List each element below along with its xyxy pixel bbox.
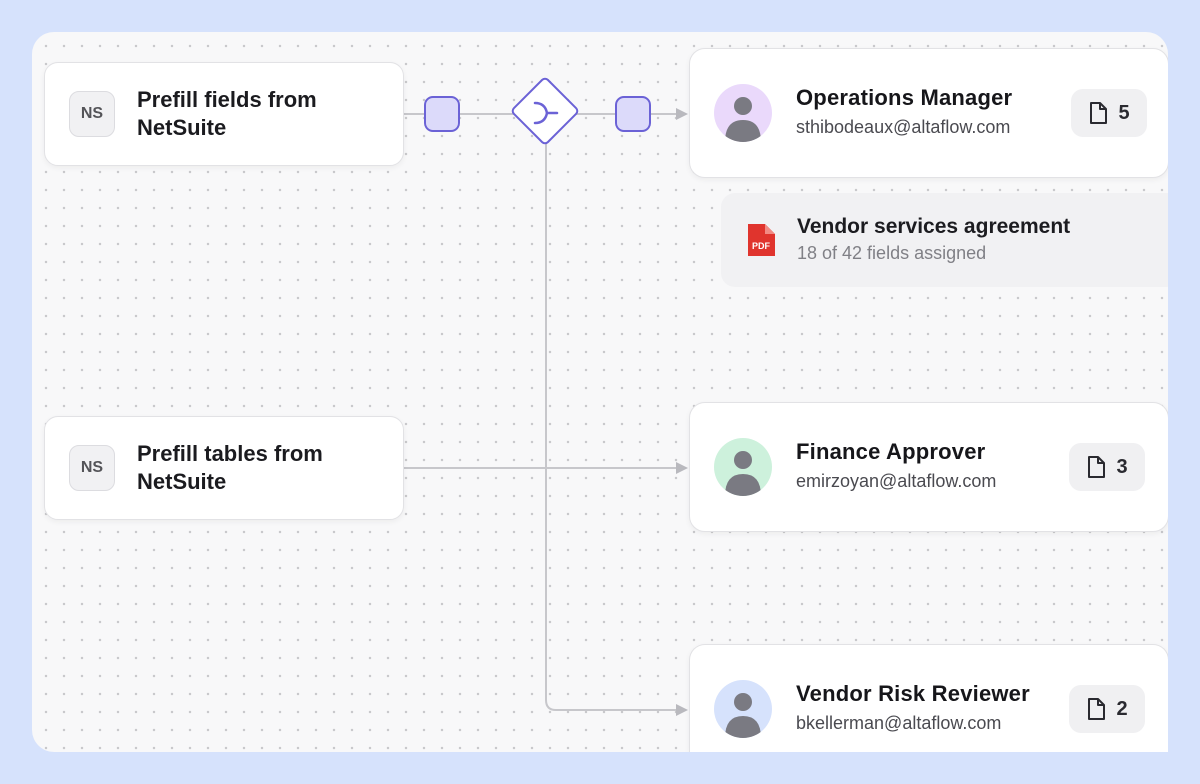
- role-name: Vendor Risk Reviewer: [796, 681, 1030, 706]
- user-avatar-icon: [714, 680, 772, 738]
- netsuite-badge-icon: NS: [69, 445, 115, 491]
- document-fields-status: 18 of 42 fields assigned: [797, 243, 987, 263]
- user-avatar-icon: [714, 84, 772, 142]
- role-email: sthibodeaux@altaflow.com: [796, 117, 1011, 137]
- role-name: Finance Approver: [796, 439, 986, 464]
- document-card-vendor-services[interactable]: PDF Vendor services agreement 18 of 42 f…: [721, 193, 1181, 287]
- pdf-label: PDF: [752, 241, 771, 251]
- netsuite-badge-icon: NS: [69, 91, 115, 137]
- role-card-vendor-risk-reviewer[interactable]: Vendor Risk Reviewer bkellerman@altaflow…: [689, 644, 1169, 752]
- connector-node-left[interactable]: [424, 96, 460, 132]
- document-count-pill[interactable]: 5: [1071, 89, 1147, 137]
- merge-icon: [533, 101, 559, 125]
- role-card-operations-manager[interactable]: Operations Manager sthibodeaux@altaflow.…: [689, 48, 1169, 178]
- pdf-file-icon: PDF: [748, 224, 775, 256]
- user-avatar-icon: [714, 438, 772, 496]
- source-title: Prefill tables from NetSuite: [137, 441, 323, 494]
- document-title: Vendor services agreement: [797, 215, 1071, 238]
- source-card-prefill-fields[interactable]: NS Prefill fields from NetSuite: [44, 62, 404, 166]
- document-count: 2: [1116, 697, 1128, 720]
- document-count-pill[interactable]: 3: [1069, 443, 1145, 491]
- document-icon: [1088, 456, 1106, 478]
- connector-node-right[interactable]: [615, 96, 651, 132]
- role-name: Operations Manager: [796, 85, 1013, 110]
- document-count: 5: [1118, 101, 1130, 124]
- source-card-prefill-tables[interactable]: NS Prefill tables from NetSuite: [44, 416, 404, 520]
- source-title: Prefill fields from NetSuite: [137, 87, 317, 140]
- role-email: emirzoyan@altaflow.com: [796, 471, 997, 491]
- frame-bottom: [0, 752, 1200, 784]
- frame-right: [1168, 0, 1200, 784]
- document-count-pill[interactable]: 2: [1069, 685, 1145, 733]
- role-card-finance-approver[interactable]: Finance Approver emirzoyan@altaflow.com …: [689, 402, 1169, 532]
- role-email: bkellerman@altaflow.com: [796, 713, 1002, 733]
- document-icon: [1090, 102, 1108, 124]
- document-count: 3: [1116, 455, 1128, 478]
- document-icon: [1088, 698, 1106, 720]
